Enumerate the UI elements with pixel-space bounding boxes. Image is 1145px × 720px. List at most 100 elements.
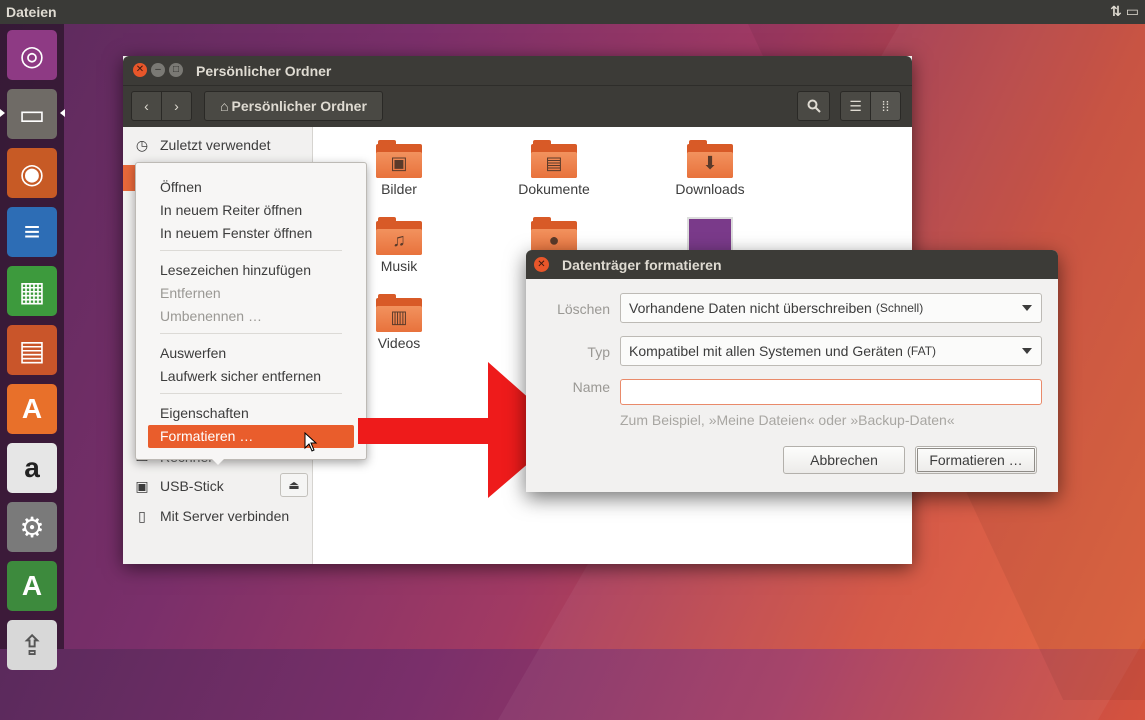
type-value-hint: (FAT) — [906, 344, 937, 358]
folder-label: Downloads — [675, 181, 745, 197]
menu-item-add-bookmark[interactable]: Lesezeichen hinzufügen — [160, 262, 311, 278]
eject-button[interactable]: ⏏ — [280, 473, 308, 497]
usb-drive-icon: ▣ — [135, 477, 149, 494]
name-hint: Zum Beispiel, »Meine Dateien« oder »Back… — [620, 412, 955, 428]
close-icon[interactable]: ✕ — [133, 63, 147, 77]
calc-icon: ▦ — [18, 275, 46, 307]
menu-item-format[interactable]: Formatieren … — [160, 428, 253, 444]
erase-value-hint: (Schnell) — [875, 301, 924, 315]
chevron-down-icon — [1022, 305, 1032, 311]
top-panel: Dateien ⇅ ▭ — [0, 0, 1145, 24]
path-bar-home-button[interactable]: ⌂ Persönlicher Ordner — [204, 91, 383, 121]
chevron-left-icon: ‹ — [144, 98, 149, 114]
search-button[interactable] — [797, 91, 830, 121]
impress-icon: ▤ — [18, 334, 46, 366]
menu-separator — [160, 333, 342, 334]
shopping-bag-icon: A — [21, 393, 43, 424]
list-view-icon: ☰ — [849, 97, 862, 114]
file-cabinet-icon: ▭ — [18, 98, 46, 130]
maximize-icon[interactable]: □ — [169, 63, 183, 77]
format-button[interactable]: Formatieren … — [915, 446, 1037, 474]
menu-item-open-new-window[interactable]: In neuem Fenster öffnen — [160, 225, 312, 241]
dialog-title: Datenträger formatieren — [562, 257, 722, 273]
folder-icon: ▣ — [376, 140, 422, 178]
eject-icon: ⏏ — [288, 478, 300, 492]
cancel-button[interactable]: Abbrechen — [783, 446, 905, 474]
files-toolbar: ‹ › ⌂ Persönlicher Ordner ☰ ⁞⁞ — [123, 85, 912, 128]
files-titlebar: ✕ – □ Persönlicher Ordner — [123, 56, 912, 85]
ubuntu-logo-icon: ◎ — [19, 39, 45, 71]
erase-combobox[interactable]: Vorhandene Daten nicht überschreiben (Sc… — [620, 293, 1042, 323]
launcher-ubuntu-dash[interactable]: ◎ — [7, 30, 57, 80]
erase-label: Löschen — [557, 301, 610, 317]
app-title: Dateien — [6, 4, 57, 20]
menu-item-properties[interactable]: Eigenschaften — [160, 405, 249, 421]
document-icon: ▤ — [545, 153, 563, 173]
type-label: Typ — [587, 344, 610, 360]
network-transfer-icon[interactable]: ⇅ ▭ — [1110, 3, 1139, 20]
sidebar-item-label: USB-Stick — [160, 478, 224, 494]
launcher-software-center[interactable]: A — [7, 384, 57, 434]
sidebar-item-label: Mit Server verbinden — [160, 508, 290, 524]
close-icon[interactable]: ✕ — [534, 257, 549, 272]
search-icon — [807, 99, 821, 113]
menu-item-eject[interactable]: Auswerfen — [160, 345, 226, 361]
sidebar-item-connect-server[interactable]: ▯ Mit Server verbinden — [133, 504, 289, 528]
folder-label: Dokumente — [518, 181, 590, 197]
folder-downloads[interactable]: ⬇ Downloads — [655, 140, 765, 197]
menu-item-safely-remove[interactable]: Laufwerk sicher entfernen — [160, 368, 321, 384]
list-view-button[interactable]: ☰ — [840, 91, 871, 121]
server-icon: ▯ — [138, 507, 146, 524]
amazon-icon: a — [24, 452, 40, 483]
sidebar-item-recent[interactable]: ◷ Zuletzt verwendet — [133, 133, 271, 157]
launcher-amazon[interactable]: a — [7, 443, 57, 493]
person-icon: ● — [548, 230, 560, 250]
erase-value: Vorhandene Daten nicht überschreiben — [629, 300, 872, 316]
launcher-software-updater[interactable]: A — [7, 561, 57, 611]
launcher: ◎ ▭ ◉ ≡ ▦ ▤ A a ⚙ A ⇪ — [0, 24, 65, 670]
name-input[interactable] — [620, 379, 1042, 405]
chevron-right-icon: › — [174, 98, 179, 114]
sidebar-item-usb-stick[interactable]: ▣ USB-Stick — [133, 474, 224, 498]
download-icon: ⬇ — [702, 153, 718, 173]
launcher-system-settings[interactable]: ⚙ — [7, 502, 57, 552]
folder-dokumente[interactable]: ▤ Dokumente — [499, 140, 609, 197]
menu-item-open-new-tab[interactable]: In neuem Reiter öffnen — [160, 202, 302, 218]
folder-label: Musik — [380, 258, 418, 274]
name-label: Name — [572, 379, 610, 395]
folder-icon: ⬇ — [687, 140, 733, 178]
mouse-cursor-icon — [304, 432, 318, 452]
back-button[interactable]: ‹ — [131, 91, 162, 121]
format-dialog: ✕ Datenträger formatieren Löschen Vorhan… — [526, 250, 1058, 492]
launcher-firefox[interactable]: ◉ — [7, 148, 57, 198]
launcher-impress[interactable]: ▤ — [7, 325, 57, 375]
window-title: Persönlicher Ordner — [196, 63, 332, 79]
type-combobox[interactable]: Kompatibel mit allen Systemen und Geräte… — [620, 336, 1042, 366]
menu-separator — [160, 393, 342, 394]
folder-label: Videos — [377, 335, 421, 351]
updater-icon: A — [21, 570, 43, 601]
minimize-icon[interactable]: – — [151, 63, 165, 77]
path-bar-label: Persönlicher Ordner — [231, 98, 367, 114]
menu-pointer-arrow — [209, 456, 227, 465]
clock-icon: ◷ — [135, 136, 149, 153]
film-icon: ▥ — [390, 307, 408, 327]
launcher-files[interactable]: ▭ — [7, 89, 57, 139]
chevron-down-icon — [1022, 348, 1032, 354]
menu-item-remove: Entfernen — [160, 285, 221, 301]
folder-icon: ▥ — [376, 294, 422, 332]
launcher-usb[interactable]: ⇪ — [7, 620, 57, 670]
context-menu: Öffnen In neuem Reiter öffnen In neuem F… — [135, 162, 367, 465]
grid-view-icon: ⁞⁞ — [881, 98, 890, 114]
menu-item-open[interactable]: Öffnen — [160, 179, 202, 195]
folder-icon: ▤ — [531, 140, 577, 178]
music-icon: ♫ — [392, 230, 406, 250]
launcher-calc[interactable]: ▦ — [7, 266, 57, 316]
running-indicator — [0, 109, 5, 117]
folder-icon: ♫ — [376, 217, 422, 255]
menu-item-rename: Umbenennen … — [160, 308, 262, 324]
launcher-writer[interactable]: ≡ — [7, 207, 57, 257]
forward-button[interactable]: › — [161, 91, 192, 121]
grid-view-button[interactable]: ⁞⁞ — [870, 91, 901, 121]
firefox-icon: ◉ — [19, 157, 45, 189]
